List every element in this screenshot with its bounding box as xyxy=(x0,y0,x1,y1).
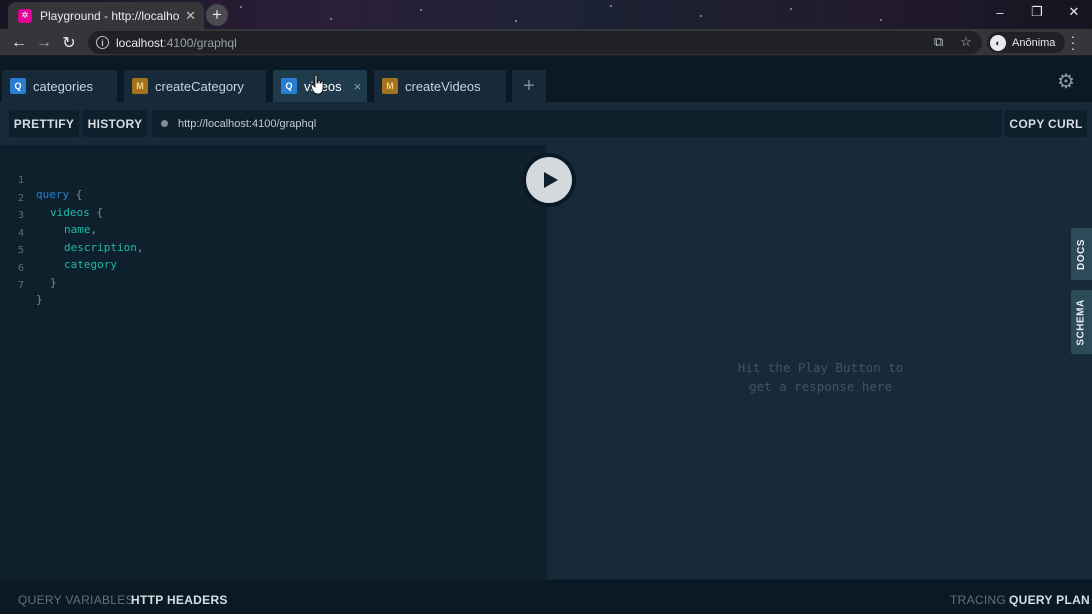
punctuation-token: , xyxy=(90,223,98,236)
tab-createvideos[interactable]: M createVideos xyxy=(374,70,506,102)
play-icon xyxy=(526,157,572,203)
tab-categories[interactable]: Q categories xyxy=(2,70,117,102)
mutation-badge: M xyxy=(382,78,398,94)
query-plan-tab[interactable]: QUERY PLAN xyxy=(1009,593,1090,607)
tab-label: createCategory xyxy=(155,78,244,94)
new-tab-button[interactable]: + xyxy=(206,4,228,26)
prettify-button[interactable]: PRETTIFY xyxy=(9,110,79,137)
tab-label: createVideos xyxy=(405,78,481,94)
code-line: 1 query { xyxy=(0,162,82,201)
background-star xyxy=(330,18,332,20)
background-star xyxy=(240,6,242,8)
code-line: 5 category xyxy=(0,232,117,271)
background-star xyxy=(790,8,792,10)
result-panel: Hit the Play Button to get a response he… xyxy=(547,145,1092,579)
docs-tab-label: DOCS xyxy=(1076,238,1087,270)
minimize-button[interactable]: – xyxy=(982,0,1018,24)
code-line: 6 } xyxy=(0,250,57,289)
docs-tab[interactable]: DOCS xyxy=(1071,228,1092,280)
graphql-favicon-icon: ✲ xyxy=(18,8,32,23)
background-star xyxy=(880,19,882,21)
incognito-avatar-icon: ◐ xyxy=(990,34,1006,51)
more-menu-icon[interactable]: · · · xyxy=(1068,29,1078,55)
browser-toolbar: ← → ↻ i localhost:4100/graphql ⧉ ☆ ◐ Anô… xyxy=(0,29,1092,56)
tracing-tab[interactable]: TRACING xyxy=(950,593,1006,607)
field-token: videos xyxy=(50,205,90,219)
bookmark-star-icon[interactable]: ☆ xyxy=(960,34,972,50)
bottom-bar: QUERY VARIABLES HTTP HEADERS TRACING QUE… xyxy=(0,580,1092,614)
reload-icon[interactable]: ↻ xyxy=(59,33,79,53)
query-badge: Q xyxy=(281,78,297,94)
copy-curl-button[interactable]: COPY CURL xyxy=(1005,110,1087,137)
add-tab-button[interactable]: + xyxy=(512,70,546,102)
playground-tab-bar: Q categories M createCategory Q videos ×… xyxy=(0,56,1092,102)
query-badge: Q xyxy=(10,78,26,94)
tab-createcategory[interactable]: M createCategory xyxy=(124,70,266,102)
back-arrow-icon[interactable]: ← xyxy=(9,33,29,53)
http-headers-tab[interactable]: HTTP HEADERS xyxy=(131,593,228,607)
keyword-token: query xyxy=(36,188,70,201)
punctuation-token: } xyxy=(36,293,43,306)
profile-button[interactable]: ◐ Anônima xyxy=(987,32,1066,53)
profile-name: Anônima xyxy=(1012,36,1056,49)
translate-icon[interactable]: ⧉ xyxy=(934,34,943,50)
endpoint-input[interactable]: http://localhost:4100/graphql xyxy=(152,110,1002,137)
browser-tab-title: Playground - http://localhost:4100 xyxy=(40,8,180,23)
background-star xyxy=(700,15,702,17)
play-button[interactable] xyxy=(522,153,576,207)
background-star xyxy=(420,9,422,11)
mutation-badge: M xyxy=(132,78,148,94)
result-placeholder: Hit the Play Button to get a response he… xyxy=(737,360,904,394)
punctuation-token: { xyxy=(89,205,103,219)
endpoint-url: http://localhost:4100/graphql xyxy=(178,117,317,130)
tab-label: categories xyxy=(33,78,93,94)
query-editor[interactable]: 1 query { 2 videos { 3 name, 4 descripti… xyxy=(0,145,547,579)
close-icon[interactable]: ✕ xyxy=(185,8,196,24)
background-star xyxy=(515,20,517,22)
url-path: :4100/graphql xyxy=(163,35,237,50)
field-token: name xyxy=(64,223,91,236)
close-icon[interactable]: × xyxy=(354,79,362,94)
code-line: 7 } xyxy=(0,267,43,306)
browser-tab-playground[interactable]: ✲ Playground - http://localhost:4100 ✕ xyxy=(8,2,204,29)
forward-arrow-icon[interactable]: → xyxy=(34,33,54,53)
query-variables-tab[interactable]: QUERY VARIABLES xyxy=(18,593,134,607)
history-button[interactable]: HISTORY xyxy=(83,110,147,137)
mouse-cursor-icon xyxy=(311,75,324,95)
close-window-button[interactable]: ✕ xyxy=(1056,0,1092,24)
punctuation-token: , xyxy=(136,240,144,254)
line-number: 7 xyxy=(17,280,24,291)
browser-title-bar: ✲ Playground - http://localhost:4100 ✕ +… xyxy=(0,0,1092,29)
field-token: description xyxy=(64,240,137,254)
code-line: 4 description, xyxy=(0,215,144,254)
connection-status-dot xyxy=(161,120,168,127)
address-bar[interactable]: i localhost:4100/graphql ⧉ ☆ xyxy=(88,31,982,54)
info-icon[interactable]: i xyxy=(96,36,109,49)
punctuation-token: { xyxy=(69,188,83,201)
playground-toolbar: PRETTIFY HISTORY http://localhost:4100/g… xyxy=(0,102,1092,145)
url-host: localhost xyxy=(116,35,164,50)
punctuation-token: } xyxy=(50,275,57,289)
field-token: category xyxy=(64,258,117,271)
restore-button[interactable]: ❐ xyxy=(1019,0,1055,24)
settings-gear-icon[interactable]: ⚙ xyxy=(1057,69,1075,94)
background-star xyxy=(610,5,612,7)
schema-tab-label: SCHEMA xyxy=(1076,298,1087,346)
schema-tab[interactable]: SCHEMA xyxy=(1071,290,1092,354)
code-line: 3 name, xyxy=(0,197,97,236)
code-line: 2 videos { xyxy=(0,180,103,219)
